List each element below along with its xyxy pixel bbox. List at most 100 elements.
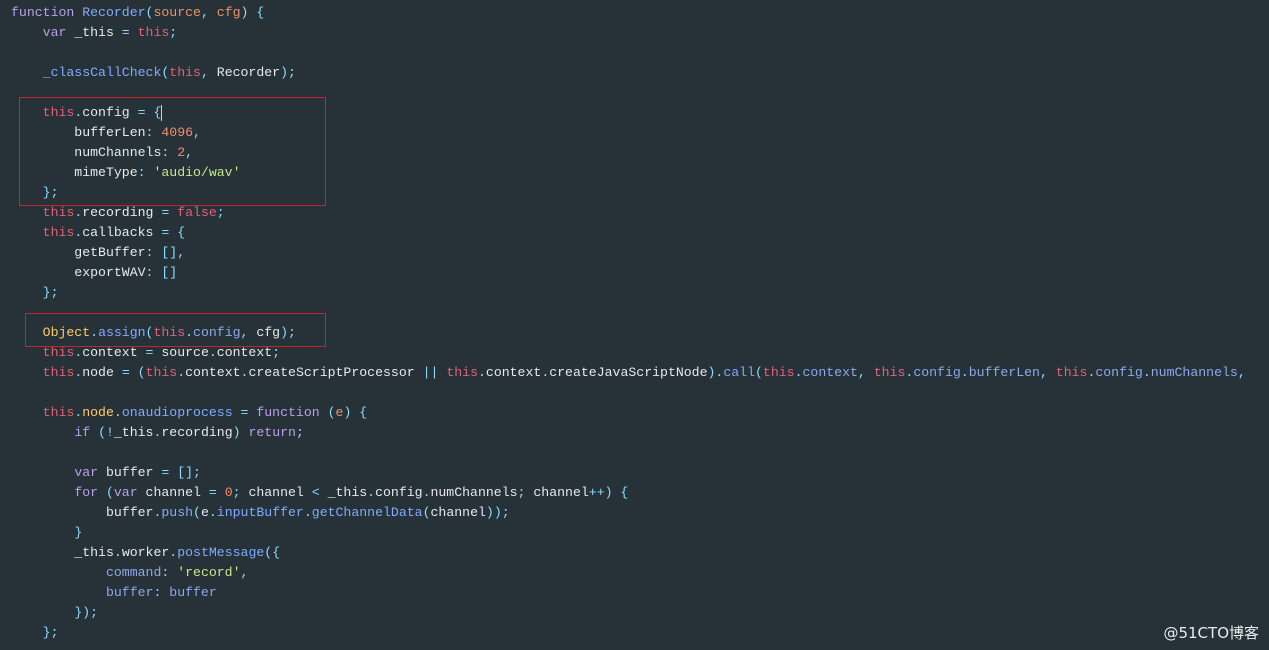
code-token: this [145, 365, 178, 380]
code-token: for [74, 485, 106, 500]
code-token: source [161, 345, 209, 360]
code-token: buffer [11, 505, 154, 520]
code-token: _this [11, 545, 114, 560]
code-token: this [137, 25, 170, 40]
code-line: this.node = (this.context.createScriptPr… [11, 363, 1269, 383]
code-token: this [446, 365, 478, 380]
code-token: this [1055, 365, 1088, 380]
code-token: cfg [216, 5, 241, 20]
code-token: this [169, 65, 201, 80]
code-token: }; [42, 285, 59, 300]
code-token: < [311, 485, 328, 500]
code-token: config [375, 485, 423, 500]
code-token: buffer [169, 585, 217, 600]
code-token: context [82, 345, 146, 360]
code-token: , [1039, 365, 1056, 380]
code-token: config [913, 365, 961, 380]
code-line: command: 'record', [11, 563, 1269, 583]
code-token: ( [422, 505, 431, 520]
code-token: , [857, 365, 874, 380]
code-line: buffer: buffer [11, 583, 1269, 603]
code-token: Recorder [216, 65, 281, 80]
highlight-box-object-assign [25, 313, 326, 347]
code-token: push [161, 505, 194, 520]
code-token: ( [193, 505, 201, 520]
code-token: = [240, 405, 257, 420]
code-token: e [200, 505, 209, 520]
code-token: var [113, 485, 146, 500]
code-line: this.recording = false; [11, 203, 1269, 223]
code-token: , [200, 65, 217, 80]
code-token: Recorder [82, 5, 146, 20]
code-token: this [762, 365, 795, 380]
code-token: var [42, 25, 75, 40]
code-token: node [82, 365, 122, 380]
code-token: context [485, 365, 542, 380]
code-token: channel [430, 505, 486, 520]
code-token: function [11, 5, 83, 20]
code-token: : [] [145, 265, 178, 280]
code-token: recording [82, 205, 162, 220]
code-token: _classCallCheck [42, 65, 162, 80]
code-token: exportWAV [11, 265, 146, 280]
code-token: (! [98, 425, 114, 440]
code-token: call [723, 365, 755, 380]
code-token: numChannels [1150, 365, 1238, 380]
code-token: . [208, 345, 217, 360]
code-token: . [177, 365, 186, 380]
code-token: = [121, 25, 138, 40]
code-token: bufferLen [968, 365, 1040, 380]
code-token: onaudioprocess [121, 405, 241, 420]
code-token: ; [295, 425, 304, 440]
code-token: ); [280, 65, 296, 80]
code-token: . [960, 365, 969, 380]
code-token: numChannels [430, 485, 518, 500]
highlight-box-config [19, 97, 326, 206]
code-token: _this [74, 25, 122, 40]
code-token: . [208, 505, 217, 520]
code-token: , [1237, 365, 1254, 380]
code-token: ( [755, 365, 763, 380]
code-token: ). [707, 365, 724, 380]
code-token: config [1095, 365, 1143, 380]
code-token: : [161, 565, 178, 580]
watermark: @51CTO博客 [1163, 624, 1259, 642]
code-line: getBuffer: [], [11, 243, 1269, 263]
code-token: || [422, 365, 447, 380]
code-line: function Recorder(source, cfg) { [11, 3, 1269, 23]
code-token: context [185, 365, 241, 380]
code-token: this [42, 225, 75, 240]
code-token: this [42, 405, 75, 420]
code-token: = ( [121, 365, 146, 380]
code-line: var buffer = []; [11, 463, 1269, 483]
code-token: if [74, 425, 99, 440]
code-token: . [113, 545, 122, 560]
code-token: this [873, 365, 906, 380]
code-token: . [794, 365, 803, 380]
code-token: 'record' [177, 565, 241, 580]
code-token: }; [42, 625, 59, 640]
code-token: ) { [343, 405, 368, 420]
code-token: context [802, 365, 858, 380]
code-line: } [11, 523, 1269, 543]
code-token: , [240, 565, 249, 580]
code-token: ( [327, 405, 336, 420]
code-token: createJavaScriptNode [549, 365, 708, 380]
code-token: }); [74, 605, 99, 620]
code-token: _this [113, 425, 154, 440]
code-token: context [216, 345, 273, 360]
code-token: channel [145, 485, 209, 500]
